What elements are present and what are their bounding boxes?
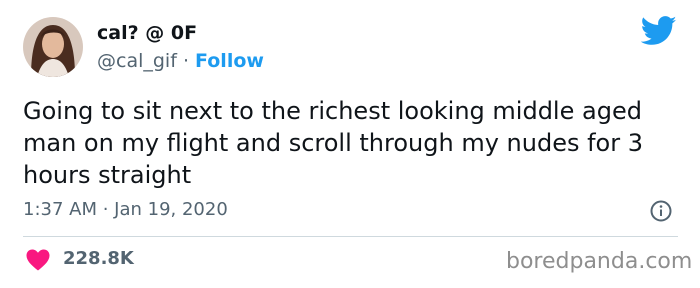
watermark: boredpanda.com: [506, 249, 693, 274]
tweet-timestamp[interactable]: 1:37 AM · Jan 19, 2020: [23, 199, 228, 220]
avatar-image: [23, 17, 83, 77]
user-handle[interactable]: @cal_gif: [97, 50, 177, 72]
like-count[interactable]: 228.8K: [63, 248, 134, 269]
divider: [23, 236, 678, 237]
display-name[interactable]: cal? @ 0F: [97, 22, 197, 44]
avatar[interactable]: [23, 17, 83, 77]
twitter-bird-icon[interactable]: [640, 16, 677, 46]
heart-icon[interactable]: [26, 249, 50, 271]
follow-button[interactable]: Follow: [195, 50, 264, 72]
tweet-card: cal? @ 0F @cal_gif · Follow Going to sit…: [0, 0, 700, 288]
separator-dot: ·: [182, 50, 189, 72]
handle-line: @cal_gif · Follow: [97, 50, 264, 72]
tweet-text: Going to sit next to the richest looking…: [23, 97, 643, 189]
info-icon[interactable]: [650, 200, 672, 222]
